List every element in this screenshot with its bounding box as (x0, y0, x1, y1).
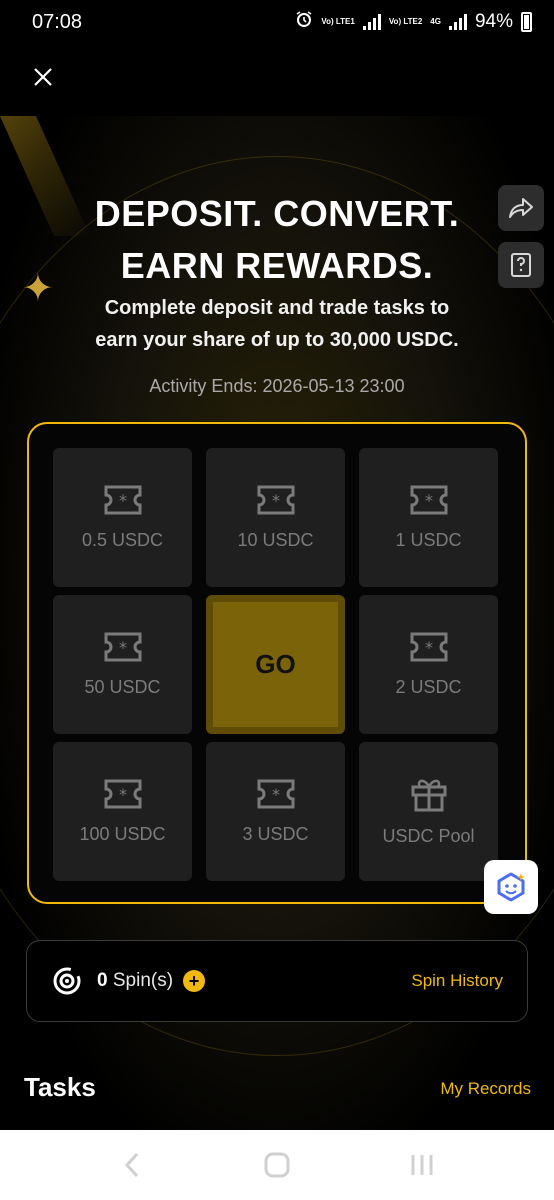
battery-level: 94% (474, 11, 513, 32)
signal-icon (362, 14, 381, 30)
prize-cell[interactable]: * 0.5 USDC (53, 448, 192, 587)
spin-count: 0 Spin(s) (97, 970, 174, 991)
svg-text:*: * (425, 638, 433, 657)
system-nav-bar (0, 1130, 554, 1200)
assistant-face-icon (497, 872, 525, 902)
prize-cell[interactable]: USDC Pool (359, 742, 498, 881)
recents-icon (411, 1155, 433, 1175)
prize-label: 0.5 USDC (81, 530, 164, 550)
alarm-icon (295, 10, 313, 34)
ticket-icon: * (104, 485, 141, 515)
tasks-heading: Tasks (24, 1072, 96, 1102)
ticket-icon: * (104, 779, 141, 809)
prize-cell[interactable]: * 1 USDC (359, 448, 498, 587)
assistant-button[interactable] (484, 860, 538, 914)
prize-grid: * 0.5 USDC * 10 USDC * 1 USDC * 50 USDC … (53, 448, 501, 881)
spin-wheel-icon (53, 967, 81, 995)
sim1-label: Vo) LTE1 (321, 17, 355, 26)
ticket-icon: * (257, 485, 294, 515)
close-button[interactable] (28, 62, 58, 92)
prize-cell[interactable]: * 10 USDC (206, 448, 345, 587)
network-type: 4G (430, 17, 441, 26)
recents-button[interactable] (392, 1145, 452, 1185)
my-records-link[interactable]: My Records (440, 1079, 531, 1099)
svg-text:*: * (119, 785, 127, 804)
status-bar: 07:08 Vo) LTE1 Vo) LTE2 4G 94% (0, 0, 554, 44)
ticket-icon: * (104, 632, 141, 662)
ticket-icon: * (257, 779, 294, 809)
svg-text:*: * (119, 491, 127, 510)
spin-board: * 0.5 USDC * 10 USDC * 1 USDC * 50 USDC … (27, 422, 527, 904)
activity-end-time: Activity Ends: 2026-05-13 23:00 (149, 376, 405, 396)
share-icon (509, 198, 533, 218)
svg-text:*: * (272, 491, 280, 510)
prize-label: 3 USDC (242, 824, 309, 844)
status-time: 07:08 (32, 10, 83, 33)
home-button[interactable] (247, 1145, 307, 1185)
prize-cell[interactable]: * 2 USDC (359, 595, 498, 734)
rules-button[interactable] (498, 242, 544, 288)
spin-status-bar: 0 Spin(s) + Spin History (26, 940, 528, 1022)
top-nav (0, 44, 554, 116)
go-label: GO (255, 649, 296, 679)
ticket-icon: * (410, 485, 447, 515)
go-button[interactable]: GO (206, 595, 345, 734)
prize-label: 100 USDC (79, 824, 166, 844)
svg-text:*: * (425, 491, 433, 510)
page-title: DEPOSIT. CONVERT. EARN REWARDS. (94, 193, 460, 286)
prize-label: USDC Pool (382, 826, 475, 846)
add-spin-button[interactable]: + (183, 970, 206, 992)
close-icon (34, 68, 52, 86)
prize-cell[interactable]: * 100 USDC (53, 742, 192, 881)
rules-book-icon (511, 253, 531, 277)
spin-history-link[interactable]: Spin History (411, 971, 503, 991)
prize-cell[interactable]: * 3 USDC (206, 742, 345, 881)
share-button[interactable] (498, 185, 544, 231)
svg-text:*: * (272, 785, 280, 804)
back-chevron-icon (125, 1152, 139, 1178)
home-icon (264, 1152, 290, 1178)
status-icons: Vo) LTE1 Vo) LTE2 4G 94% (295, 10, 532, 34)
back-button[interactable] (102, 1145, 162, 1185)
prize-cell[interactable]: * 50 USDC (53, 595, 192, 734)
svg-text:*: * (119, 638, 127, 657)
prize-label: 10 USDC (237, 530, 314, 550)
gift-icon (411, 779, 446, 812)
prize-label: 50 USDC (84, 677, 161, 697)
prize-label: 1 USDC (395, 530, 462, 550)
sim2-label: Vo) LTE2 (388, 17, 423, 26)
prize-label: 2 USDC (395, 677, 462, 697)
promo-description: Complete deposit and trade tasks to earn… (95, 297, 459, 351)
ticket-icon: * (410, 632, 447, 662)
battery-icon (521, 12, 532, 32)
signal-icon (448, 14, 467, 30)
